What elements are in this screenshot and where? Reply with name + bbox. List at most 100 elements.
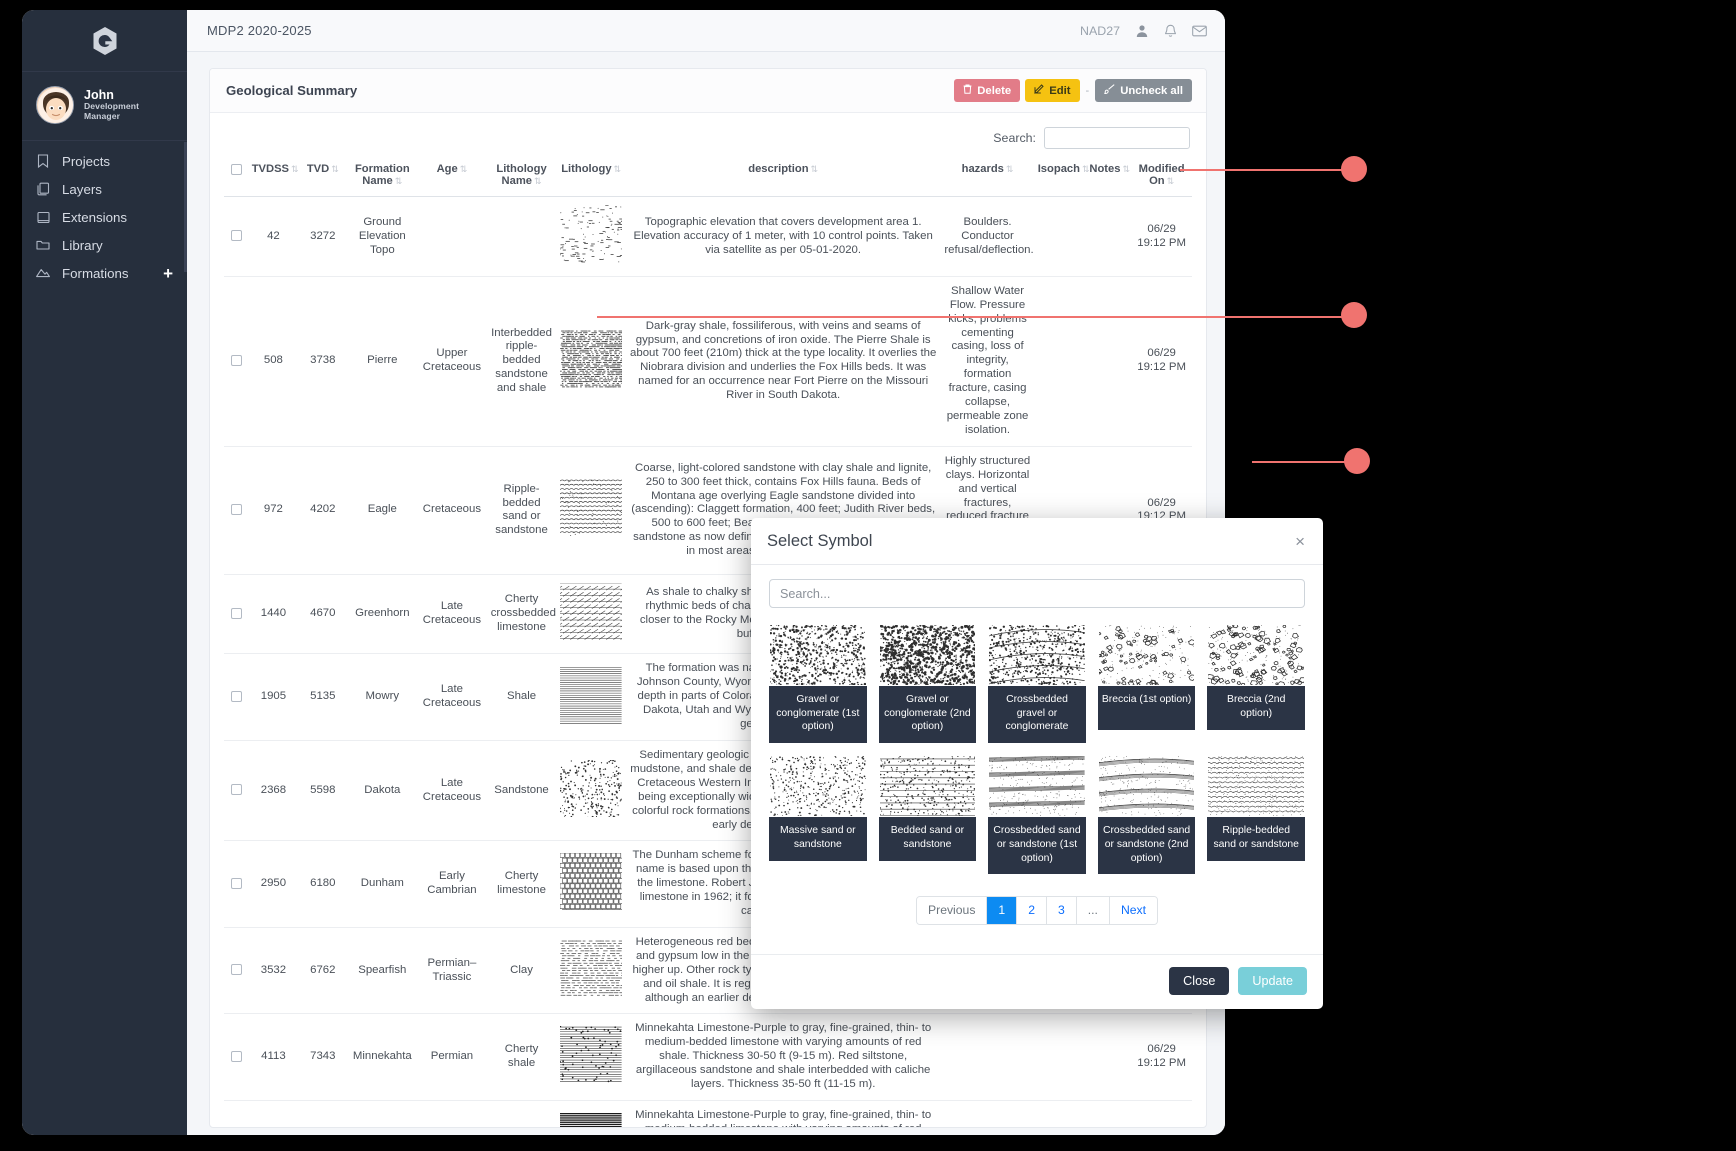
- cell-lithology-pattern[interactable]: [556, 1100, 626, 1127]
- sidebar-item-extensions[interactable]: Extensions: [22, 203, 187, 231]
- row-checkbox-cell[interactable]: [224, 196, 249, 277]
- pagination-page-1[interactable]: 1: [987, 897, 1018, 925]
- lithology-pattern-swatch[interactable]: [560, 479, 626, 541]
- row-checkbox[interactable]: [230, 503, 242, 515]
- col-formation-name[interactable]: Formation Name ⇅: [347, 159, 418, 198]
- cell-lithology-pattern[interactable]: [556, 196, 626, 277]
- symbol-option[interactable]: Crossbedded sand or sandstone (1st optio…: [988, 755, 1086, 875]
- table-row[interactable]: 42 3272 Ground Elevation Topo Topographic e…: [224, 196, 1192, 277]
- col-age[interactable]: Age ⇅: [417, 159, 487, 198]
- col-hazards[interactable]: hazards ⇅: [940, 159, 1035, 198]
- lithology-pattern-swatch[interactable]: [560, 852, 624, 915]
- modal-footer: Close Update: [751, 954, 1323, 1009]
- col-tvdss[interactable]: TVDSS ⇅: [248, 159, 299, 198]
- row-checkbox[interactable]: [230, 1050, 242, 1062]
- edit-button[interactable]: Edit: [1025, 79, 1080, 103]
- sidebar-item-projects[interactable]: Projects: [22, 147, 187, 175]
- col-select-all[interactable]: [224, 159, 249, 198]
- lithology-pattern-swatch[interactable]: [559, 758, 623, 822]
- search-input[interactable]: [1044, 127, 1190, 150]
- col-lithology[interactable]: Lithology ⇅: [556, 159, 626, 198]
- user-profile[interactable]: John Development Manager: [22, 72, 187, 141]
- close-icon[interactable]: ×: [1293, 533, 1307, 550]
- brand-logo[interactable]: [22, 10, 187, 72]
- row-checkbox-cell[interactable]: [224, 276, 249, 447]
- row-checkbox[interactable]: [230, 230, 242, 242]
- cell-lithology-pattern[interactable]: [556, 1013, 626, 1102]
- symbol-option[interactable]: Breccia (2nd option): [1207, 623, 1307, 743]
- pagination: Previous 1 2 3 ... Next: [769, 896, 1305, 926]
- lithology-pattern-swatch[interactable]: [560, 939, 627, 1002]
- row-checkbox-cell[interactable]: [224, 840, 249, 928]
- sidebar-item-layers[interactable]: Layers: [22, 175, 187, 203]
- cell-lithology-pattern[interactable]: [556, 740, 626, 842]
- user-icon[interactable]: [1135, 24, 1149, 38]
- cell-age: Upper Cretaceous: [417, 276, 487, 447]
- sidebar-item-library[interactable]: Library: [22, 231, 187, 259]
- row-checkbox-cell[interactable]: [224, 446, 249, 576]
- symbol-option[interactable]: Crossbedded sand or sandstone (2nd optio…: [1097, 755, 1196, 875]
- row-checkbox[interactable]: [230, 690, 242, 702]
- col-isopach[interactable]: Isopach ⇅: [1034, 159, 1090, 198]
- pagination-page-3[interactable]: 3: [1046, 897, 1077, 925]
- table-row[interactable]: 508 3738 Pierre Upper Cretaceous Interbedded…: [224, 276, 1192, 447]
- sidebar-item-formations[interactable]: Formations +: [22, 259, 187, 287]
- col-notes[interactable]: Notes ⇅: [1086, 159, 1132, 198]
- modal-body: Gravel or conglomerate (1st option)Grave…: [751, 565, 1323, 954]
- cell-lithology-pattern[interactable]: [556, 574, 628, 655]
- symbol-option[interactable]: Gravel or conglomerate (2nd option): [878, 624, 977, 744]
- lithology-pattern-swatch[interactable]: [560, 1112, 622, 1127]
- lithology-pattern-swatch[interactable]: [560, 330, 626, 392]
- row-checkbox[interactable]: [230, 607, 242, 619]
- row-checkbox[interactable]: [230, 354, 242, 366]
- row-checkbox-cell[interactable]: [224, 927, 249, 1015]
- envelope-icon[interactable]: [1192, 25, 1207, 37]
- modified-time: 19:12 PM: [1137, 361, 1187, 374]
- symbol-option[interactable]: Ripple-bedded sand or sandstone: [1206, 755, 1306, 874]
- symbol-label: Crossbedded gravel or conglomerate: [988, 686, 1086, 744]
- pagination-ellipsis[interactable]: ...: [1076, 897, 1110, 925]
- close-button[interactable]: Close: [1169, 967, 1230, 995]
- symbol-option[interactable]: Massive sand or sandstone: [769, 755, 867, 874]
- lithology-pattern-swatch[interactable]: [560, 205, 625, 267]
- symbol-option[interactable]: Bedded sand or sandstone: [878, 755, 977, 874]
- pagination-next[interactable]: Next: [1109, 897, 1157, 925]
- cell-lithology-pattern[interactable]: [556, 927, 627, 1015]
- pagination-page-2[interactable]: 2: [1017, 897, 1047, 925]
- row-checkbox[interactable]: [230, 877, 242, 889]
- cell-lithology-pattern[interactable]: [556, 653, 626, 741]
- col-lithology-name[interactable]: Lithology Name ⇅: [486, 159, 557, 198]
- symbol-option[interactable]: Gravel or conglomerate (1st option): [769, 623, 867, 744]
- update-button[interactable]: Update: [1238, 967, 1307, 995]
- row-checkbox-cell[interactable]: [224, 1013, 249, 1102]
- add-formation-button[interactable]: +: [163, 265, 173, 282]
- table-row[interactable]: 47087938OpechePermianOil shale Minnekahta…: [224, 1100, 1192, 1127]
- lithology-pattern-swatch[interactable]: [556, 582, 628, 645]
- table-row[interactable]: 4113 7343 Minnekahta Permian Cherty shale Min…: [224, 1013, 1192, 1102]
- row-checkbox-cell[interactable]: [224, 740, 249, 842]
- cell-lithology-pattern[interactable]: [556, 446, 626, 576]
- cell-lithology-pattern[interactable]: [556, 840, 626, 928]
- uncheck-all-button[interactable]: Uncheck all: [1095, 79, 1192, 103]
- cell-description: Minnekahta Limestone-Purple to gray, fin…: [625, 1100, 941, 1127]
- row-checkbox-cell[interactable]: [224, 1100, 249, 1127]
- col-modified-on[interactable]: Modified On ⇅: [1131, 159, 1192, 198]
- symbol-preview: [878, 624, 977, 686]
- col-description[interactable]: description ⇅: [625, 159, 941, 198]
- row-checkbox-cell[interactable]: [224, 574, 249, 655]
- col-tvd[interactable]: TVD ⇅: [298, 159, 348, 198]
- bell-icon[interactable]: [1164, 24, 1177, 38]
- row-checkbox[interactable]: [230, 784, 242, 796]
- symbol-search-input[interactable]: [769, 579, 1305, 608]
- pagination-previous[interactable]: Previous: [917, 897, 988, 925]
- row-checkbox-cell[interactable]: [224, 653, 249, 741]
- symbol-option[interactable]: Crossbedded gravel or conglomerate: [988, 624, 1086, 744]
- symbol-label: Ripple-bedded sand or sandstone: [1207, 817, 1305, 862]
- delete-button[interactable]: Delete: [954, 79, 1021, 103]
- lithology-pattern-swatch[interactable]: [560, 666, 622, 728]
- select-all-checkbox[interactable]: [230, 163, 242, 175]
- row-checkbox[interactable]: [230, 964, 242, 976]
- symbol-option[interactable]: Breccia (1st option): [1096, 624, 1197, 743]
- lithology-pattern-swatch[interactable]: [559, 1025, 622, 1088]
- cell-lithology-pattern[interactable]: [556, 276, 626, 447]
